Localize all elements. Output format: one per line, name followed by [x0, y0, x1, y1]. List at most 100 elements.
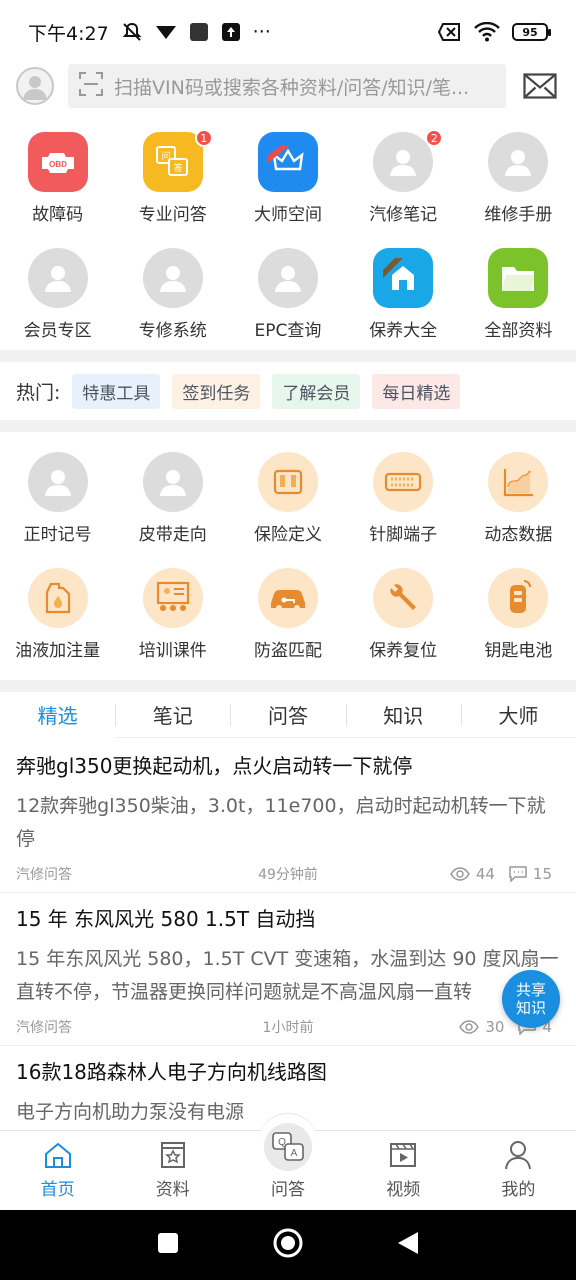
grid-label: 专业问答	[138, 205, 207, 225]
svg-text:答: 答	[173, 162, 182, 174]
nav-profile[interactable]: 我的	[461, 1131, 576, 1210]
hot-chip-checkin[interactable]: 签到任务	[172, 373, 261, 409]
default-avatar-icon	[257, 248, 318, 308]
nav-label: 视频	[386, 1180, 421, 1200]
default-avatar-icon	[142, 452, 203, 512]
post-comments: 15	[532, 865, 552, 883]
grid-item-repair-notes[interactable]: 2 汽修笔记	[346, 118, 461, 234]
tab-featured[interactable]: 精选	[0, 692, 116, 738]
post-body: 12款奔驰gl350柴油，3.0t，11e700，启动时起动机转一下就停	[16, 795, 546, 850]
scan-icon[interactable]	[78, 71, 104, 101]
grid-label: 防盗匹配	[253, 641, 322, 661]
qa-icon: 问答 1	[142, 129, 213, 192]
search-placeholder: 扫描VIN码或搜索各种资料/问答/知识/笔...	[114, 76, 470, 99]
user-avatar[interactable]	[16, 67, 54, 105]
hot-label: 热门:	[16, 381, 61, 404]
grid-item-pin-terminal[interactable]: 针脚端子	[346, 438, 461, 554]
post-source: 汽修问答	[16, 867, 72, 883]
tab-knowledge[interactable]: 知识	[345, 692, 461, 737]
recents-button[interactable]	[156, 1231, 180, 1259]
vip-house-icon	[373, 248, 434, 308]
post-stats: 44 15	[449, 865, 560, 883]
feed-list: 奔驰gl350更换起动机，点火启动转一下就停 12款奔驰gl350柴油，3.0t…	[0, 740, 576, 1132]
grid-item-epc-query[interactable]: EPC查询	[230, 234, 345, 350]
grid-item-service-reset[interactable]: 保养复位	[346, 554, 461, 670]
grid-item-member-zone[interactable]: 会员专区	[0, 234, 115, 350]
post-title: 奔驰gl350更换起动机，点火启动转一下就停	[16, 754, 413, 778]
grid-item-training[interactable]: 培训课件	[115, 554, 230, 670]
chart-icon	[488, 452, 549, 512]
post-meta: 汽修问答 49分钟前 44 15	[16, 856, 560, 892]
nav-home[interactable]: 首页	[0, 1131, 115, 1210]
nav-video[interactable]: 视频	[346, 1131, 461, 1210]
grid-item-timing-marks[interactable]: 正时记号	[0, 438, 115, 554]
grid-item-belt-routing[interactable]: 皮带走向	[115, 438, 230, 554]
hot-chip-deal-tools[interactable]: 特惠工具	[72, 373, 161, 409]
car-key-icon	[257, 568, 318, 628]
grid-item-repair-manual[interactable]: 维修手册	[461, 118, 576, 234]
tab-masters[interactable]: 大师	[460, 692, 576, 737]
home-system-button[interactable]	[272, 1227, 304, 1263]
hot-chip-membership[interactable]: 了解会员	[272, 373, 361, 409]
tool-grid: 正时记号 皮带走向 保险定义 针脚端子 动态数据 油液加注量 培训课件 防盗匹配…	[0, 438, 576, 670]
default-avatar-icon	[488, 132, 549, 192]
eye-icon	[459, 1020, 480, 1034]
nav-docs[interactable]: 资料	[115, 1131, 230, 1210]
top-header: 扫描VIN码或搜索各种资料/问答/知识/笔...	[0, 62, 576, 110]
nav-label: 资料	[155, 1180, 190, 1200]
post-body: 15 年东风风光 580，1.5T CVT 变速箱，水温到达 90 度风扇一直转…	[16, 948, 559, 1003]
grid-label: 全部资料	[484, 321, 553, 341]
master-crown-icon	[257, 132, 318, 192]
upload-icon	[221, 22, 241, 42]
nav-qa[interactable]: QA 问答	[230, 1113, 345, 1210]
key-fob-icon	[488, 568, 549, 628]
search-bar[interactable]: 扫描VIN码或搜索各种资料/问答/知识/笔...	[68, 64, 506, 108]
svg-text:A: A	[291, 1148, 298, 1159]
grid-label: EPC查询	[254, 321, 322, 341]
share-knowledge-button[interactable]: 共享 知识	[502, 970, 560, 1028]
post-title: 15 年 东风风光 580 1.5T 自动挡	[16, 907, 316, 931]
message-button[interactable]	[520, 66, 560, 106]
grid-item-key-battery[interactable]: 钥匙电池	[461, 554, 576, 670]
fuse-box-icon	[257, 452, 318, 512]
tab-notes[interactable]: 笔记	[115, 692, 230, 737]
grid-item-fluid-capacity[interactable]: 油液加注量	[0, 554, 115, 670]
grid-label: 动态数据	[484, 525, 553, 545]
post-title: 16款18路森林人电子方向机线路图	[16, 1060, 327, 1084]
grid-label: 皮带走向	[138, 525, 207, 545]
hot-chip-daily-pick[interactable]: 每日精选	[372, 373, 461, 409]
battery-indicator: 95	[512, 23, 551, 41]
grid-label: 钥匙电池	[484, 641, 553, 661]
grid-item-pro-qa[interactable]: 问答 1 专业问答	[115, 118, 230, 234]
circle-icon	[273, 1228, 303, 1258]
profile-icon	[502, 1139, 534, 1171]
default-avatar-icon: 2	[373, 129, 444, 192]
notification-badge: 2	[425, 129, 444, 147]
fab-line-1: 共享	[515, 981, 546, 999]
signal-triangle-icon	[155, 24, 177, 40]
grid-label: 会员专区	[23, 321, 92, 341]
feed-post[interactable]: 15 年 东风风光 580 1.5T 自动挡 15 年东风风光 580，1.5T…	[0, 893, 576, 1046]
back-button[interactable]	[396, 1230, 420, 1260]
grid-item-master-space[interactable]: 大师空间	[230, 118, 345, 234]
comment-icon	[509, 866, 527, 882]
grid-item-fault-code[interactable]: OBD 故障码	[0, 118, 115, 234]
nav-label: 问答	[271, 1180, 305, 1200]
obd-icon: OBD	[27, 132, 88, 192]
tab-qa[interactable]: 问答	[230, 692, 345, 737]
grid-label: 维修手册	[484, 205, 553, 225]
grid-item-maintenance[interactable]: 保养大全	[346, 234, 461, 350]
grid-label: 保养复位	[369, 641, 438, 661]
grid-item-special-system[interactable]: 专修系统	[115, 234, 230, 350]
grid-item-immobilizer[interactable]: 防盗匹配	[230, 554, 345, 670]
grid-item-live-data[interactable]: 动态数据	[461, 438, 576, 554]
document-icon	[157, 1139, 189, 1171]
section-divider	[0, 680, 576, 692]
grid-item-fuse-definition[interactable]: 保险定义	[230, 438, 345, 554]
grid-item-all-docs[interactable]: 全部资料	[461, 234, 576, 350]
feed-post[interactable]: 奔驰gl350更换起动机，点火启动转一下就停 12款奔驰gl350柴油，3.0t…	[0, 740, 576, 893]
training-icon	[142, 568, 203, 628]
fab-line-2: 知识	[515, 999, 546, 1017]
eye-icon	[449, 867, 470, 881]
status-bar: 下午4:27 ··· 95	[0, 0, 576, 64]
